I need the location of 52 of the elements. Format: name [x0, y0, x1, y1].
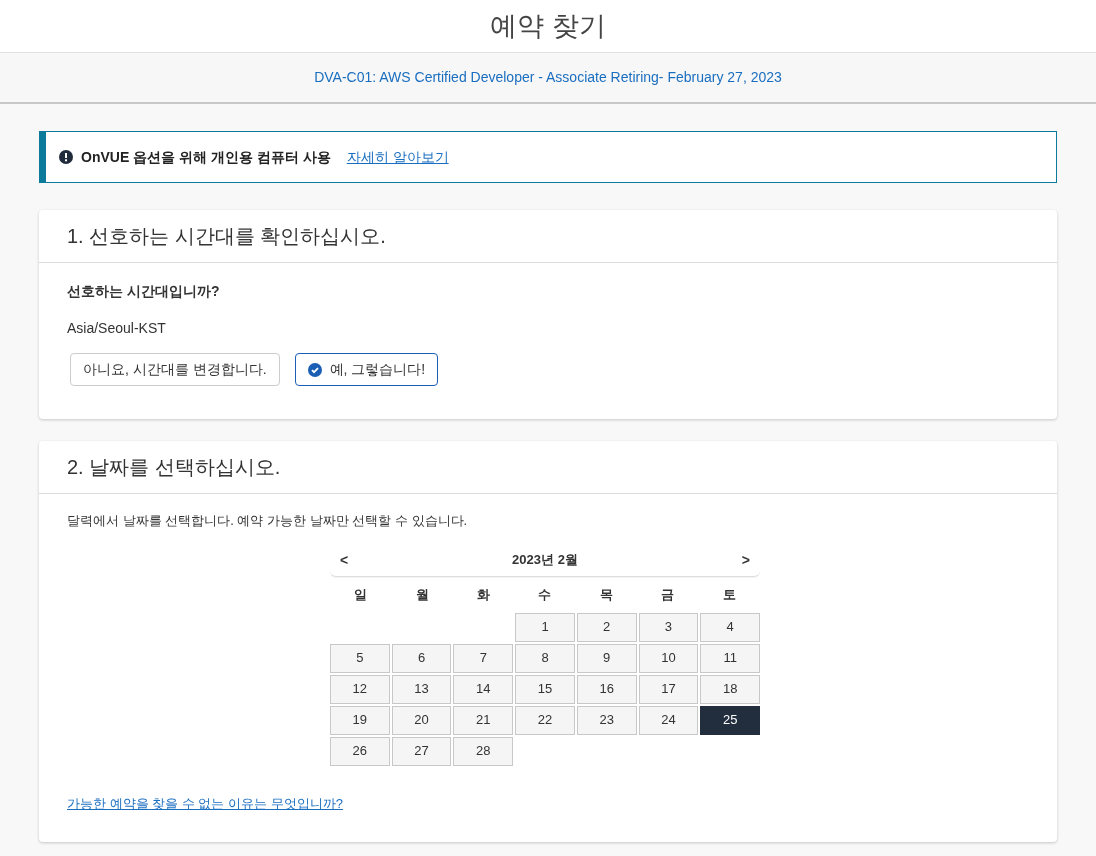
calendar-day[interactable]: 13: [391, 674, 452, 704]
timezone-question: 선호하는 시간대입니까?: [67, 282, 221, 301]
calendar-day[interactable]: 12: [330, 674, 390, 704]
check-circle-icon: [307, 362, 322, 377]
learn-more-link[interactable]: 자세히 알아보기: [346, 146, 449, 168]
month-label: 2023년 2월: [512, 551, 578, 570]
calendar-day[interactable]: 14: [453, 674, 514, 704]
calendar-day[interactable]: 27: [391, 736, 452, 766]
weekday-label: 월: [414, 585, 430, 604]
calendar-day[interactable]: 10: [638, 643, 699, 673]
calendar-day[interactable]: 19: [330, 705, 390, 735]
calendar-day[interactable]: 3: [638, 612, 699, 642]
calendar-day[interactable]: 21: [453, 705, 514, 735]
help-link[interactable]: 가능한 예약을 찾을 수 없는 이유는 무엇입니까?: [67, 793, 343, 813]
exam-link[interactable]: DVA-C01: AWS Certified Developer - Associate Retiring- February 27, 2023: [314, 67, 782, 88]
timezone-button[interactable]: 예, 그렇습니다!: [294, 353, 439, 386]
next-month-button[interactable]: >: [741, 549, 750, 571]
calendar-day[interactable]: 16: [576, 674, 637, 704]
weekday-label: 수: [537, 585, 553, 604]
calendar-day[interactable]: 7: [453, 643, 514, 673]
weekday-label: 금: [660, 585, 676, 604]
calendar-day[interactable]: 18: [700, 674, 760, 704]
calendar-day[interactable]: 1: [515, 612, 575, 642]
calendar-day[interactable]: 5: [330, 643, 390, 673]
section-title: 2. 날짜를 선택하십시오.: [67, 455, 281, 480]
calendar-day[interactable]: 9: [576, 643, 637, 673]
weekday-label: 화: [476, 585, 492, 604]
alert-message: OnVUE 옵션을 위해 개인용 컴퓨터 사용: [81, 147, 331, 167]
page-title: 예약 찾기: [490, 9, 606, 43]
calendar-day[interactable]: 8: [515, 643, 575, 673]
weekday-label: 일: [353, 585, 369, 604]
calendar-day[interactable]: 11: [700, 643, 760, 673]
calendar-day[interactable]: 6: [391, 643, 452, 673]
previous-month-button[interactable]: <: [340, 549, 349, 571]
calendar-day[interactable]: 4: [700, 612, 760, 642]
calendar-day[interactable]: 20: [391, 705, 452, 735]
calendar-day[interactable]: 2: [576, 612, 637, 642]
calendar-day[interactable]: 23: [576, 705, 637, 735]
weekday-label: 목: [598, 585, 614, 604]
alert-icon: [59, 150, 73, 164]
calendar-day[interactable]: 25: [700, 705, 760, 735]
calendar-day[interactable]: 26: [330, 736, 390, 766]
calendar-day[interactable]: 15: [515, 674, 575, 704]
timezone-button[interactable]: 아니요, 시간대를 변경합니다.: [70, 353, 280, 386]
timezone-value: Asia/Seoul-KST: [67, 319, 167, 338]
weekday-label: 토: [721, 585, 737, 604]
calendar-day[interactable]: 22: [515, 705, 575, 735]
calendar-day[interactable]: 28: [453, 736, 514, 766]
date-instruction: 달력에서 날짜를 선택합니다. 예약 가능한 날짜만 선택할 수 있습니다.: [67, 512, 469, 530]
calendar-day[interactable]: 17: [638, 674, 699, 704]
calendar-day[interactable]: 24: [638, 705, 699, 735]
section-title: 1. 선호하는 시간대를 확인하십시오.: [67, 224, 386, 249]
